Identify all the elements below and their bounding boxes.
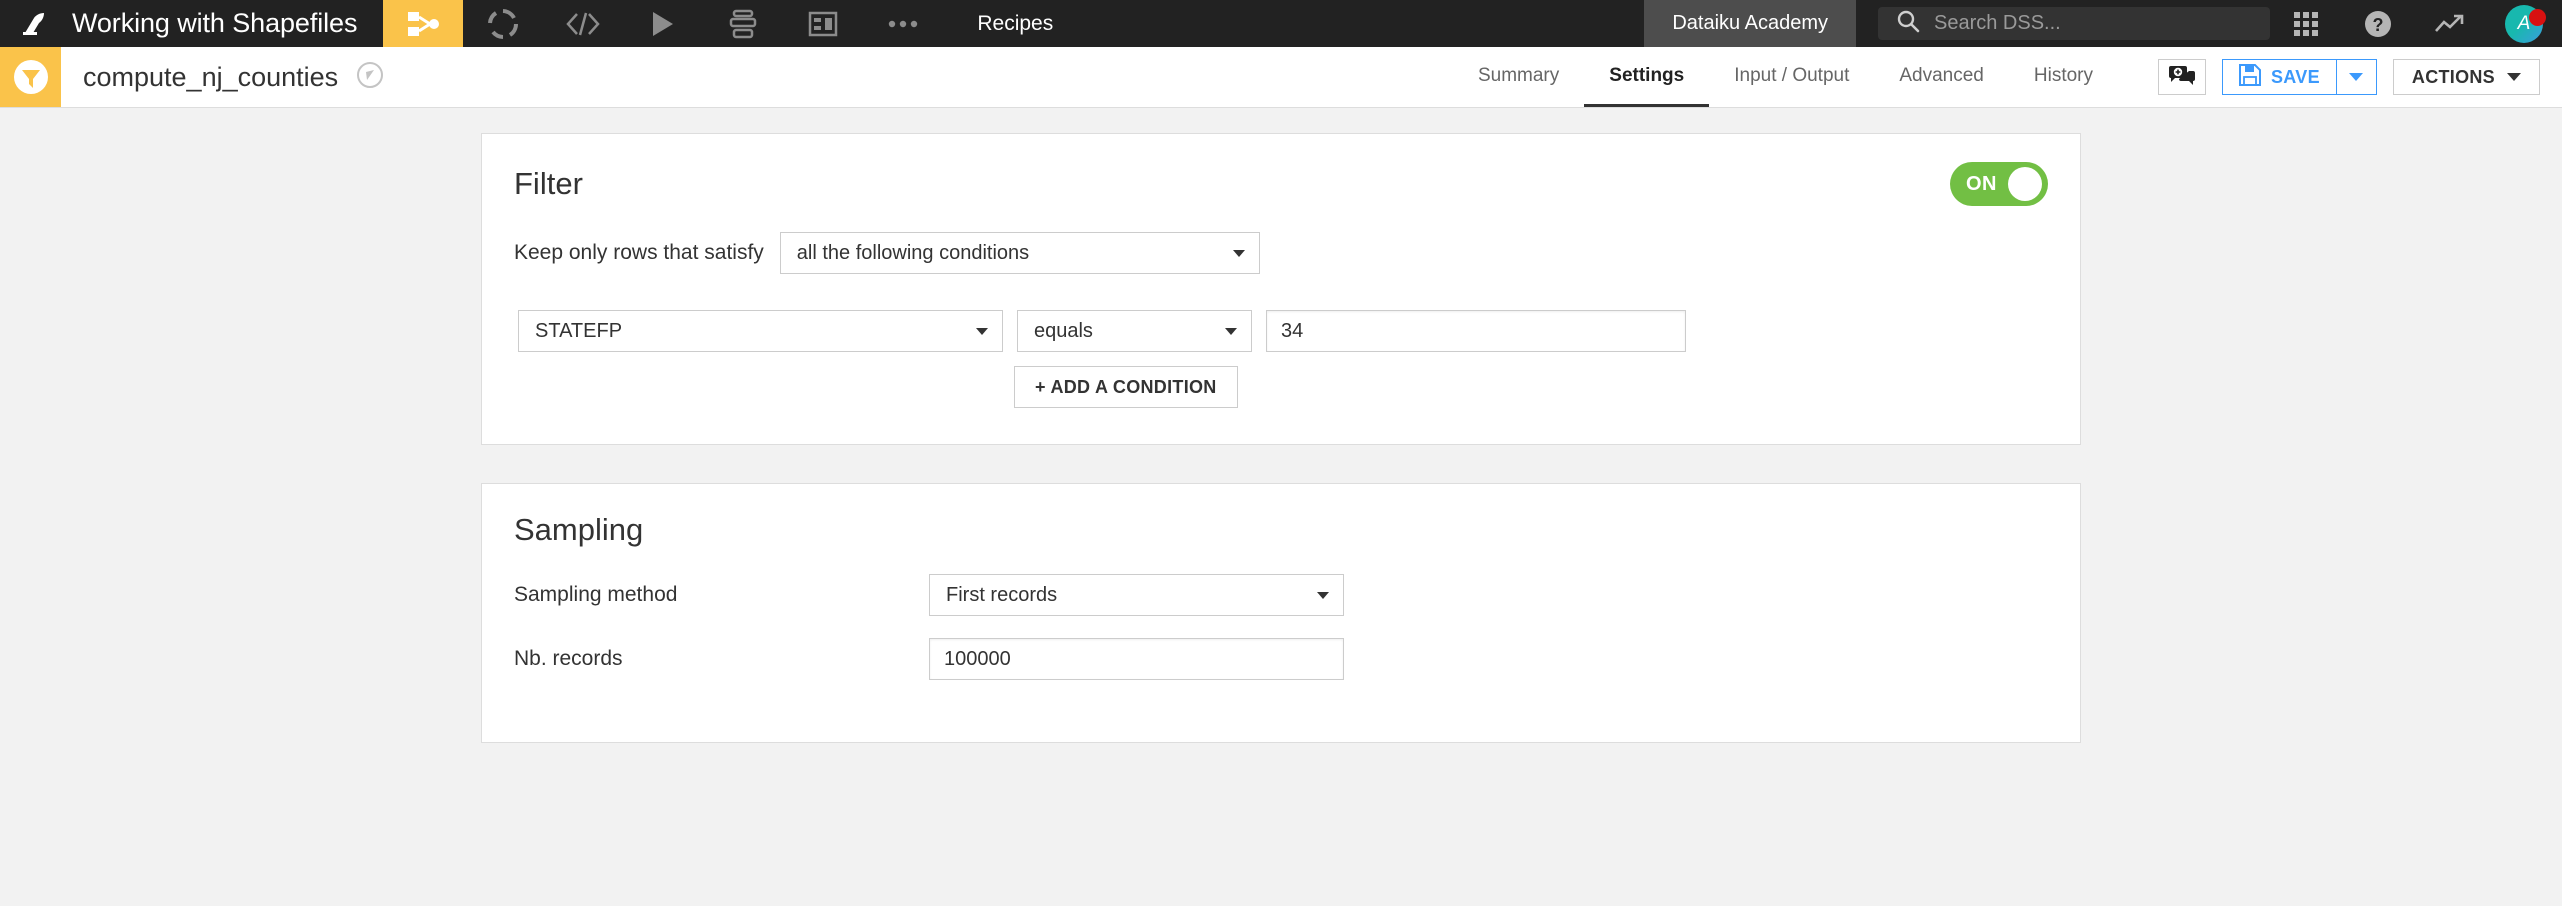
recipe-settings-body: Filter ON Keep only rows that satisfy al… xyxy=(0,108,2562,906)
dataiku-academy-button[interactable]: Dataiku Academy xyxy=(1644,0,1856,47)
save-button-group: SAVE xyxy=(2222,59,2377,95)
nb-records-label: Nb. records xyxy=(514,647,623,670)
condition-value-input[interactable]: 34 xyxy=(1266,310,1686,352)
filter-panel-header: Filter ON xyxy=(514,162,2048,206)
chevron-down-icon xyxy=(2507,73,2521,81)
code-icon[interactable] xyxy=(543,0,623,47)
save-dropdown-button[interactable] xyxy=(2336,59,2377,95)
tab-history[interactable]: History xyxy=(2009,47,2118,107)
subheader-spacer xyxy=(384,47,1453,107)
search-icon xyxy=(1896,9,1920,38)
subheader-actions: SAVE ACTIONS xyxy=(2118,47,2562,107)
condition-operator-value: equals xyxy=(1034,319,1093,342)
tab-input-output[interactable]: Input / Output xyxy=(1709,47,1874,107)
recipe-sub-header: compute_nj_counties Summary Settings Inp… xyxy=(0,47,2562,108)
top-navigation-bar: Working with Shapefiles Recipes Dataiku … xyxy=(0,0,2562,47)
svg-text:?: ? xyxy=(2373,15,2384,35)
sampling-method-label: Sampling method xyxy=(514,583,678,606)
sampling-panel: Sampling Sampling method First records N… xyxy=(481,483,2081,743)
sampling-method-row: Sampling method First records xyxy=(514,574,2048,616)
chevron-down-icon xyxy=(976,327,988,335)
tab-settings[interactable]: Settings xyxy=(1584,47,1710,107)
nb-records-value: 100000 xyxy=(944,647,1011,670)
page-title: compute_nj_counties xyxy=(83,61,339,92)
condition-field-select[interactable]: STATEFP xyxy=(518,310,1003,352)
filter-funnel-icon xyxy=(0,47,61,107)
chevron-down-icon xyxy=(1225,327,1237,335)
tab-advanced[interactable]: Advanced xyxy=(1874,47,2009,107)
floppy-disk-icon xyxy=(2239,63,2261,91)
compass-navigate-icon[interactable] xyxy=(356,61,384,94)
nb-records-row: Nb. records 100000 xyxy=(514,638,2048,680)
keep-rows-row: Keep only rows that satisfy all the foll… xyxy=(514,232,2048,274)
condition-mode-value: all the following conditions xyxy=(796,241,1030,264)
condition-field-value: STATEFP xyxy=(535,319,623,342)
actions-button[interactable]: ACTIONS xyxy=(2392,59,2540,95)
project-name[interactable]: Working with Shapefiles xyxy=(72,0,383,47)
filter-panel: Filter ON Keep only rows that satisfy al… xyxy=(481,133,2081,445)
flow-icon[interactable] xyxy=(383,0,464,47)
sampling-title: Sampling xyxy=(514,512,644,547)
chevron-down-icon xyxy=(2349,73,2364,81)
toggle-knob xyxy=(2008,167,2042,201)
add-discussion-icon[interactable] xyxy=(2158,59,2206,95)
jobs-stack-icon[interactable] xyxy=(703,0,783,47)
recipe-tabs: Summary Settings Input / Output Advanced… xyxy=(1453,47,2118,107)
filter-enable-toggle[interactable]: ON xyxy=(1950,162,2048,206)
add-condition-wrapper: + ADD A CONDITION xyxy=(514,366,2048,408)
save-button-label: SAVE xyxy=(2271,66,2320,87)
condition-operator-select[interactable]: equals xyxy=(1017,310,1252,352)
help-question-icon[interactable]: ? xyxy=(2342,9,2414,39)
tab-summary[interactable]: Summary xyxy=(1453,47,1584,107)
filter-condition-row: STATEFP equals 34 xyxy=(514,310,2048,352)
add-condition-button[interactable]: + ADD A CONDITION xyxy=(1014,366,1238,408)
notification-badge[interactable] xyxy=(2529,8,2546,26)
search-input[interactable]: Search DSS... xyxy=(1878,7,2270,40)
condition-value-text: 34 xyxy=(1281,319,1304,342)
sampling-method-select[interactable]: First records xyxy=(929,574,1344,616)
condition-mode-select[interactable]: all the following conditions xyxy=(779,232,1260,274)
trend-up-icon[interactable] xyxy=(2414,12,2486,36)
filter-title: Filter xyxy=(514,166,583,201)
chevron-down-icon xyxy=(1232,249,1245,257)
topbar-right-icons: ? A xyxy=(2270,0,2562,47)
chevron-down-icon xyxy=(1317,591,1329,599)
dataiku-bird-logo[interactable] xyxy=(0,0,72,47)
more-ellipsis-icon[interactable] xyxy=(863,0,943,47)
keep-rows-label: Keep only rows that satisfy xyxy=(514,241,764,264)
save-button[interactable]: SAVE xyxy=(2222,59,2337,95)
avatar[interactable]: A xyxy=(2486,4,2562,43)
apps-grid-icon[interactable] xyxy=(2270,11,2342,37)
dashboard-circle-icon[interactable] xyxy=(463,0,543,47)
play-icon[interactable] xyxy=(623,0,703,47)
dashboards-icon[interactable] xyxy=(783,0,863,47)
search-placeholder-text: Search DSS... xyxy=(1934,12,2061,34)
recipes-menu[interactable]: Recipes xyxy=(943,0,1087,47)
sampling-panel-header: Sampling xyxy=(514,512,2048,548)
actions-button-label: ACTIONS xyxy=(2411,66,2495,87)
nb-records-input[interactable]: 100000 xyxy=(929,638,1344,680)
filter-toggle-label: ON xyxy=(1966,172,1997,195)
recipe-title-group: compute_nj_counties xyxy=(61,47,384,107)
sampling-method-value: First records xyxy=(946,583,1058,606)
